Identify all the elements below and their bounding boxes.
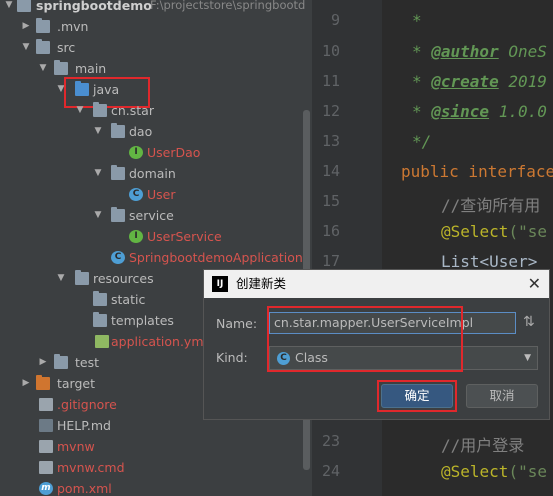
folder-icon xyxy=(54,354,68,369)
line-number: 23 xyxy=(321,432,340,450)
cancel-button[interactable]: 取消 xyxy=(466,384,538,408)
intellij-logo-icon: IJ xyxy=(212,276,228,292)
folder-icon xyxy=(17,0,31,12)
code-line-11[interactable]: * @create 2019 xyxy=(412,72,547,91)
code-line-9[interactable]: * xyxy=(412,11,422,30)
interface-icon: I xyxy=(129,146,143,159)
code-line-15[interactable]: //查询所有用 xyxy=(441,192,540,216)
line-number: 16 xyxy=(321,222,340,240)
highlight-name-kind xyxy=(267,306,463,372)
folder-icon xyxy=(36,39,50,54)
line-number: 15 xyxy=(321,192,340,210)
line-number: 9 xyxy=(330,11,340,29)
line-number: 12 xyxy=(321,102,340,120)
file-icon xyxy=(39,398,53,411)
line-number: 24 xyxy=(321,462,340,480)
sort-icon[interactable]: ⇅ xyxy=(523,314,535,330)
code-line-14[interactable]: public interface xyxy=(401,162,553,181)
resources-folder-icon xyxy=(75,270,89,285)
project-tree: ▼ springbootdemo F:\projectstore\springb… xyxy=(0,0,312,496)
code-line-24[interactable]: @Select("se xyxy=(441,462,547,481)
project-name: springbootdemo xyxy=(36,0,152,13)
line-number: 17 xyxy=(321,252,340,270)
code-line-23[interactable]: //用户登录 xyxy=(441,432,524,456)
name-label: Name: xyxy=(216,316,258,331)
package-icon xyxy=(111,165,125,180)
class-icon: C xyxy=(129,188,143,201)
markdown-file-icon xyxy=(39,419,53,432)
line-number: 13 xyxy=(321,132,340,150)
folder-icon xyxy=(93,291,107,306)
kind-label: Kind: xyxy=(216,350,248,365)
folder-icon xyxy=(36,18,50,33)
project-path: F:\projectstore\springbootd xyxy=(150,0,306,12)
folder-icon xyxy=(93,312,107,327)
dialog-title: 创建新类 xyxy=(236,276,287,291)
chevron-down-icon: ▼ xyxy=(524,353,531,363)
code-line-13[interactable]: */ xyxy=(412,132,431,151)
package-icon xyxy=(93,102,107,117)
spring-class-icon: C xyxy=(111,251,125,264)
code-line-12[interactable]: * @since 1.0.0 xyxy=(412,102,547,121)
maven-icon: m xyxy=(39,482,53,495)
dialog-titlebar[interactable]: IJ 创建新类 ✕ xyxy=(204,270,549,298)
code-line-10[interactable]: * @author OneS xyxy=(412,42,547,61)
line-number: 10 xyxy=(321,42,340,60)
line-number: 14 xyxy=(321,162,340,180)
package-icon xyxy=(111,207,125,222)
file-icon xyxy=(39,440,53,453)
interface-icon: I xyxy=(129,230,143,243)
code-line-16[interactable]: @Select("se xyxy=(441,222,547,241)
folder-icon xyxy=(54,60,68,75)
highlight-ok xyxy=(377,380,457,412)
excluded-folder-icon xyxy=(36,375,50,390)
new-class-dialog: IJ 创建新类 ✕ Name: cn.star.mapper.UserServi… xyxy=(203,269,550,420)
yaml-file-icon xyxy=(95,335,109,348)
package-icon xyxy=(111,123,125,138)
close-icon[interactable]: ✕ xyxy=(528,270,541,298)
line-number: 11 xyxy=(321,72,340,90)
file-icon xyxy=(39,461,53,474)
